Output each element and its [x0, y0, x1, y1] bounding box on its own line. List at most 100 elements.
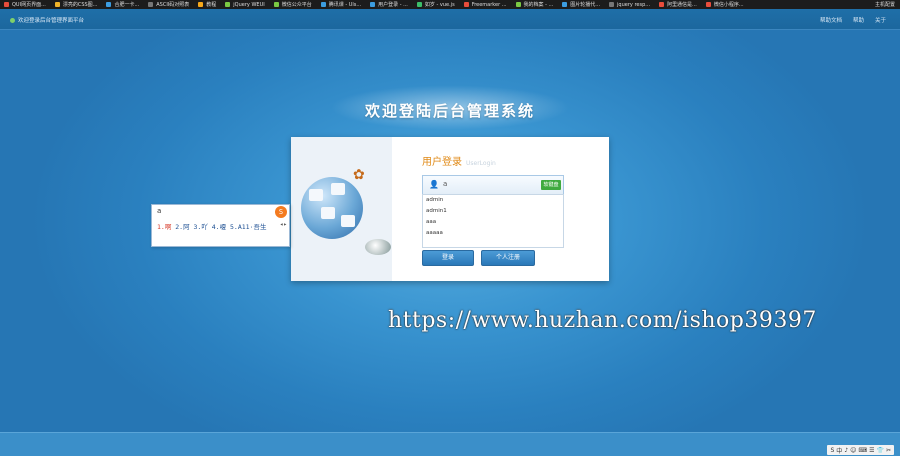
ime-tray-icon[interactable]: ☺ — [850, 447, 856, 454]
bookmark-label: 如岁 - vue.js — [424, 2, 455, 8]
ime-tray-icon[interactable]: 👕 — [876, 447, 883, 454]
bookmark-item[interactable]: 合肥一卡... — [102, 1, 144, 8]
soft-keyboard-button[interactable]: 软键盘 — [541, 180, 561, 190]
bookmark-item[interactable]: 我的档案 - ... — [512, 1, 559, 8]
welcome-text: 欢迎登录后台管理界面平台 — [18, 18, 85, 24]
bookmark-item[interactable]: 如岁 - vue.js — [413, 1, 460, 8]
ime-tray-icon[interactable]: 中 — [836, 446, 842, 455]
globe-illustration: ✿ — [291, 137, 392, 281]
autocomplete-option[interactable]: admin — [423, 195, 563, 206]
ime-tray-icon[interactable]: ⌨ — [858, 447, 867, 454]
bookmark-favicon-icon — [4, 2, 9, 7]
bookmark-label: 教程 — [206, 2, 217, 8]
bookmark-favicon-icon — [148, 2, 154, 7]
welcome-message: 欢迎登录后台管理界面平台 — [10, 16, 84, 24]
bookmark-item[interactable]: 图片轮播代... — [558, 1, 605, 8]
bookmark-label: 漂亮的CSS图... — [62, 2, 98, 8]
bookmark-favicon-icon — [54, 2, 60, 7]
ime-tray-icon[interactable]: ♪ — [844, 447, 848, 454]
bookmark-favicon-icon — [370, 2, 376, 7]
bookmark-favicon-icon — [705, 2, 711, 7]
ime-tray: S 中 ♪ ☺ ⌨ ☰ 👕 ✂ — [827, 445, 894, 455]
bookmark-label: 用户登录 - ... — [378, 2, 408, 8]
autocomplete-option[interactable]: aaa — [423, 217, 563, 228]
help-docs-link[interactable]: 帮助文档 — [820, 16, 842, 24]
bookmark-item[interactable]: 微信小程序... — [702, 1, 749, 8]
autocomplete-option[interactable]: admin1 — [423, 206, 563, 217]
bookmark-item[interactable]: ASCII码对照表 — [144, 1, 194, 8]
bookmark-label: 图片轮播代... — [570, 2, 601, 8]
puzzle-piece — [341, 215, 355, 227]
user-icon: 👤 — [429, 180, 439, 189]
bookmark-favicon-icon — [320, 2, 326, 7]
bookmark-item[interactable]: 教程 — [194, 1, 221, 8]
bookmark-item[interactable]: jquery resp... — [605, 2, 655, 8]
home-icon — [10, 17, 15, 23]
bookmark-favicon-icon — [273, 2, 279, 7]
bookmark-item[interactable]: 腾讯课 - Uls... — [317, 1, 366, 8]
ime-tray-icon[interactable]: S — [830, 447, 834, 454]
bookmark-item[interactable]: 微信公众平台 — [270, 1, 317, 8]
bookmark-favicon-icon — [515, 2, 521, 7]
login-stage: 欢迎登陆后台管理系统 ✿ 用户登录 UserLogin 👤 a 软键盘 admi… — [0, 30, 900, 432]
sogou-logo-icon: S — [275, 206, 287, 218]
bookmark-label: Freemarker ... — [471, 1, 507, 8]
bookmark-label: 腾讯课 - Uls... — [328, 2, 362, 8]
ime-candidate[interactable]: 3.吖 — [194, 223, 208, 231]
login-heading-cn: 用户登录 — [422, 157, 462, 168]
bookmark-item[interactable]: QUI网页界面... — [0, 1, 51, 8]
bookmark-favicon-icon — [463, 2, 469, 7]
footer-bar: S 中 ♪ ☺ ⌨ ☰ 👕 ✂ — [0, 432, 900, 456]
bookmark-label: 阿里通信是... — [667, 2, 697, 8]
bookmark-favicon-icon — [416, 2, 422, 7]
username-value[interactable]: a — [443, 180, 447, 188]
autocomplete-list: admin admin1 aaa aaaaa — [422, 194, 564, 248]
puzzle-piece — [321, 207, 335, 219]
bookmark-favicon-icon — [562, 2, 568, 7]
login-button[interactable]: 登录 — [422, 250, 474, 266]
bookmark-label: QUI网页界面... — [12, 2, 46, 8]
ime-candidates: 1.啊 2.阿 3.吖 4.嗄 5.A11·吾生 — [157, 221, 266, 231]
ime-candidate-window: a S 1.啊 2.阿 3.吖 4.嗄 5.A11·吾生 ◂▸ — [151, 204, 290, 247]
bookmark-label: jquery resp... — [617, 1, 651, 8]
ime-candidate[interactable]: 2.阿 — [175, 223, 189, 231]
puzzle-piece — [331, 183, 345, 195]
login-panel: ✿ 用户登录 UserLogin 👤 a 软键盘 admin admin1 aa… — [291, 137, 609, 281]
login-heading: 用户登录 UserLogin — [422, 153, 496, 168]
bookmark-item[interactable]: 阿里通信是... — [655, 1, 702, 8]
ime-pinyin: a — [157, 207, 162, 215]
bookmark-item-right[interactable]: 主机配置 — [871, 1, 900, 8]
bookmark-favicon-icon — [609, 2, 615, 7]
top-bar: 欢迎登录后台管理界面平台 帮助文档 帮助 关于 — [0, 9, 900, 30]
ime-tray-icon[interactable]: ☰ — [869, 447, 874, 454]
watermark-url: https://www.huzhan.com/ishop39397 — [388, 308, 817, 333]
register-button[interactable]: 个人注册 — [481, 250, 535, 266]
bookmark-label: 合肥一卡... — [114, 2, 140, 8]
bookmark-favicon-icon — [198, 2, 204, 7]
globe-image — [301, 177, 363, 239]
about-link[interactable]: 关于 — [875, 16, 886, 24]
login-heading-en: UserLogin — [466, 160, 496, 167]
autocomplete-option[interactable]: aaaaa — [423, 228, 563, 239]
top-links: 帮助文档 帮助 关于 — [820, 16, 886, 24]
computer-mouse-image — [365, 239, 391, 255]
ime-candidate[interactable]: 1.啊 — [157, 223, 171, 231]
bookmark-item[interactable]: jQuery WEUI — [221, 2, 269, 8]
bookmark-item[interactable]: Freemarker ... — [460, 2, 512, 8]
bookmark-item[interactable]: 用户登录 - ... — [366, 1, 413, 8]
username-field[interactable]: 👤 a 软键盘 — [422, 175, 564, 195]
page-title: 欢迎登陆后台管理系统 — [364, 102, 535, 120]
bookmark-label: 我的档案 - ... — [523, 2, 554, 8]
ime-candidate[interactable]: 4.嗄 — [212, 223, 226, 231]
help-link[interactable]: 帮助 — [853, 16, 864, 24]
bookmarks-bar: QUI网页界面... 漂亮的CSS图... 合肥一卡... ASCII码对照表 教程 jQ… — [0, 0, 900, 9]
ime-tray-icon[interactable]: ✂ — [886, 447, 891, 454]
butterfly-icon: ✿ — [353, 167, 365, 183]
bookmark-label: 微信公众平台 — [281, 2, 312, 8]
bookmark-favicon-icon — [659, 2, 665, 7]
bookmark-item[interactable]: 漂亮的CSS图... — [51, 1, 103, 8]
bookmark-favicon-icon — [106, 2, 112, 7]
ime-candidate[interactable]: 5.A11·吾生 — [230, 223, 266, 231]
ime-page-arrows-icon[interactable]: ◂▸ — [280, 221, 287, 228]
bookmark-label: jQuery WEUI — [233, 1, 265, 8]
